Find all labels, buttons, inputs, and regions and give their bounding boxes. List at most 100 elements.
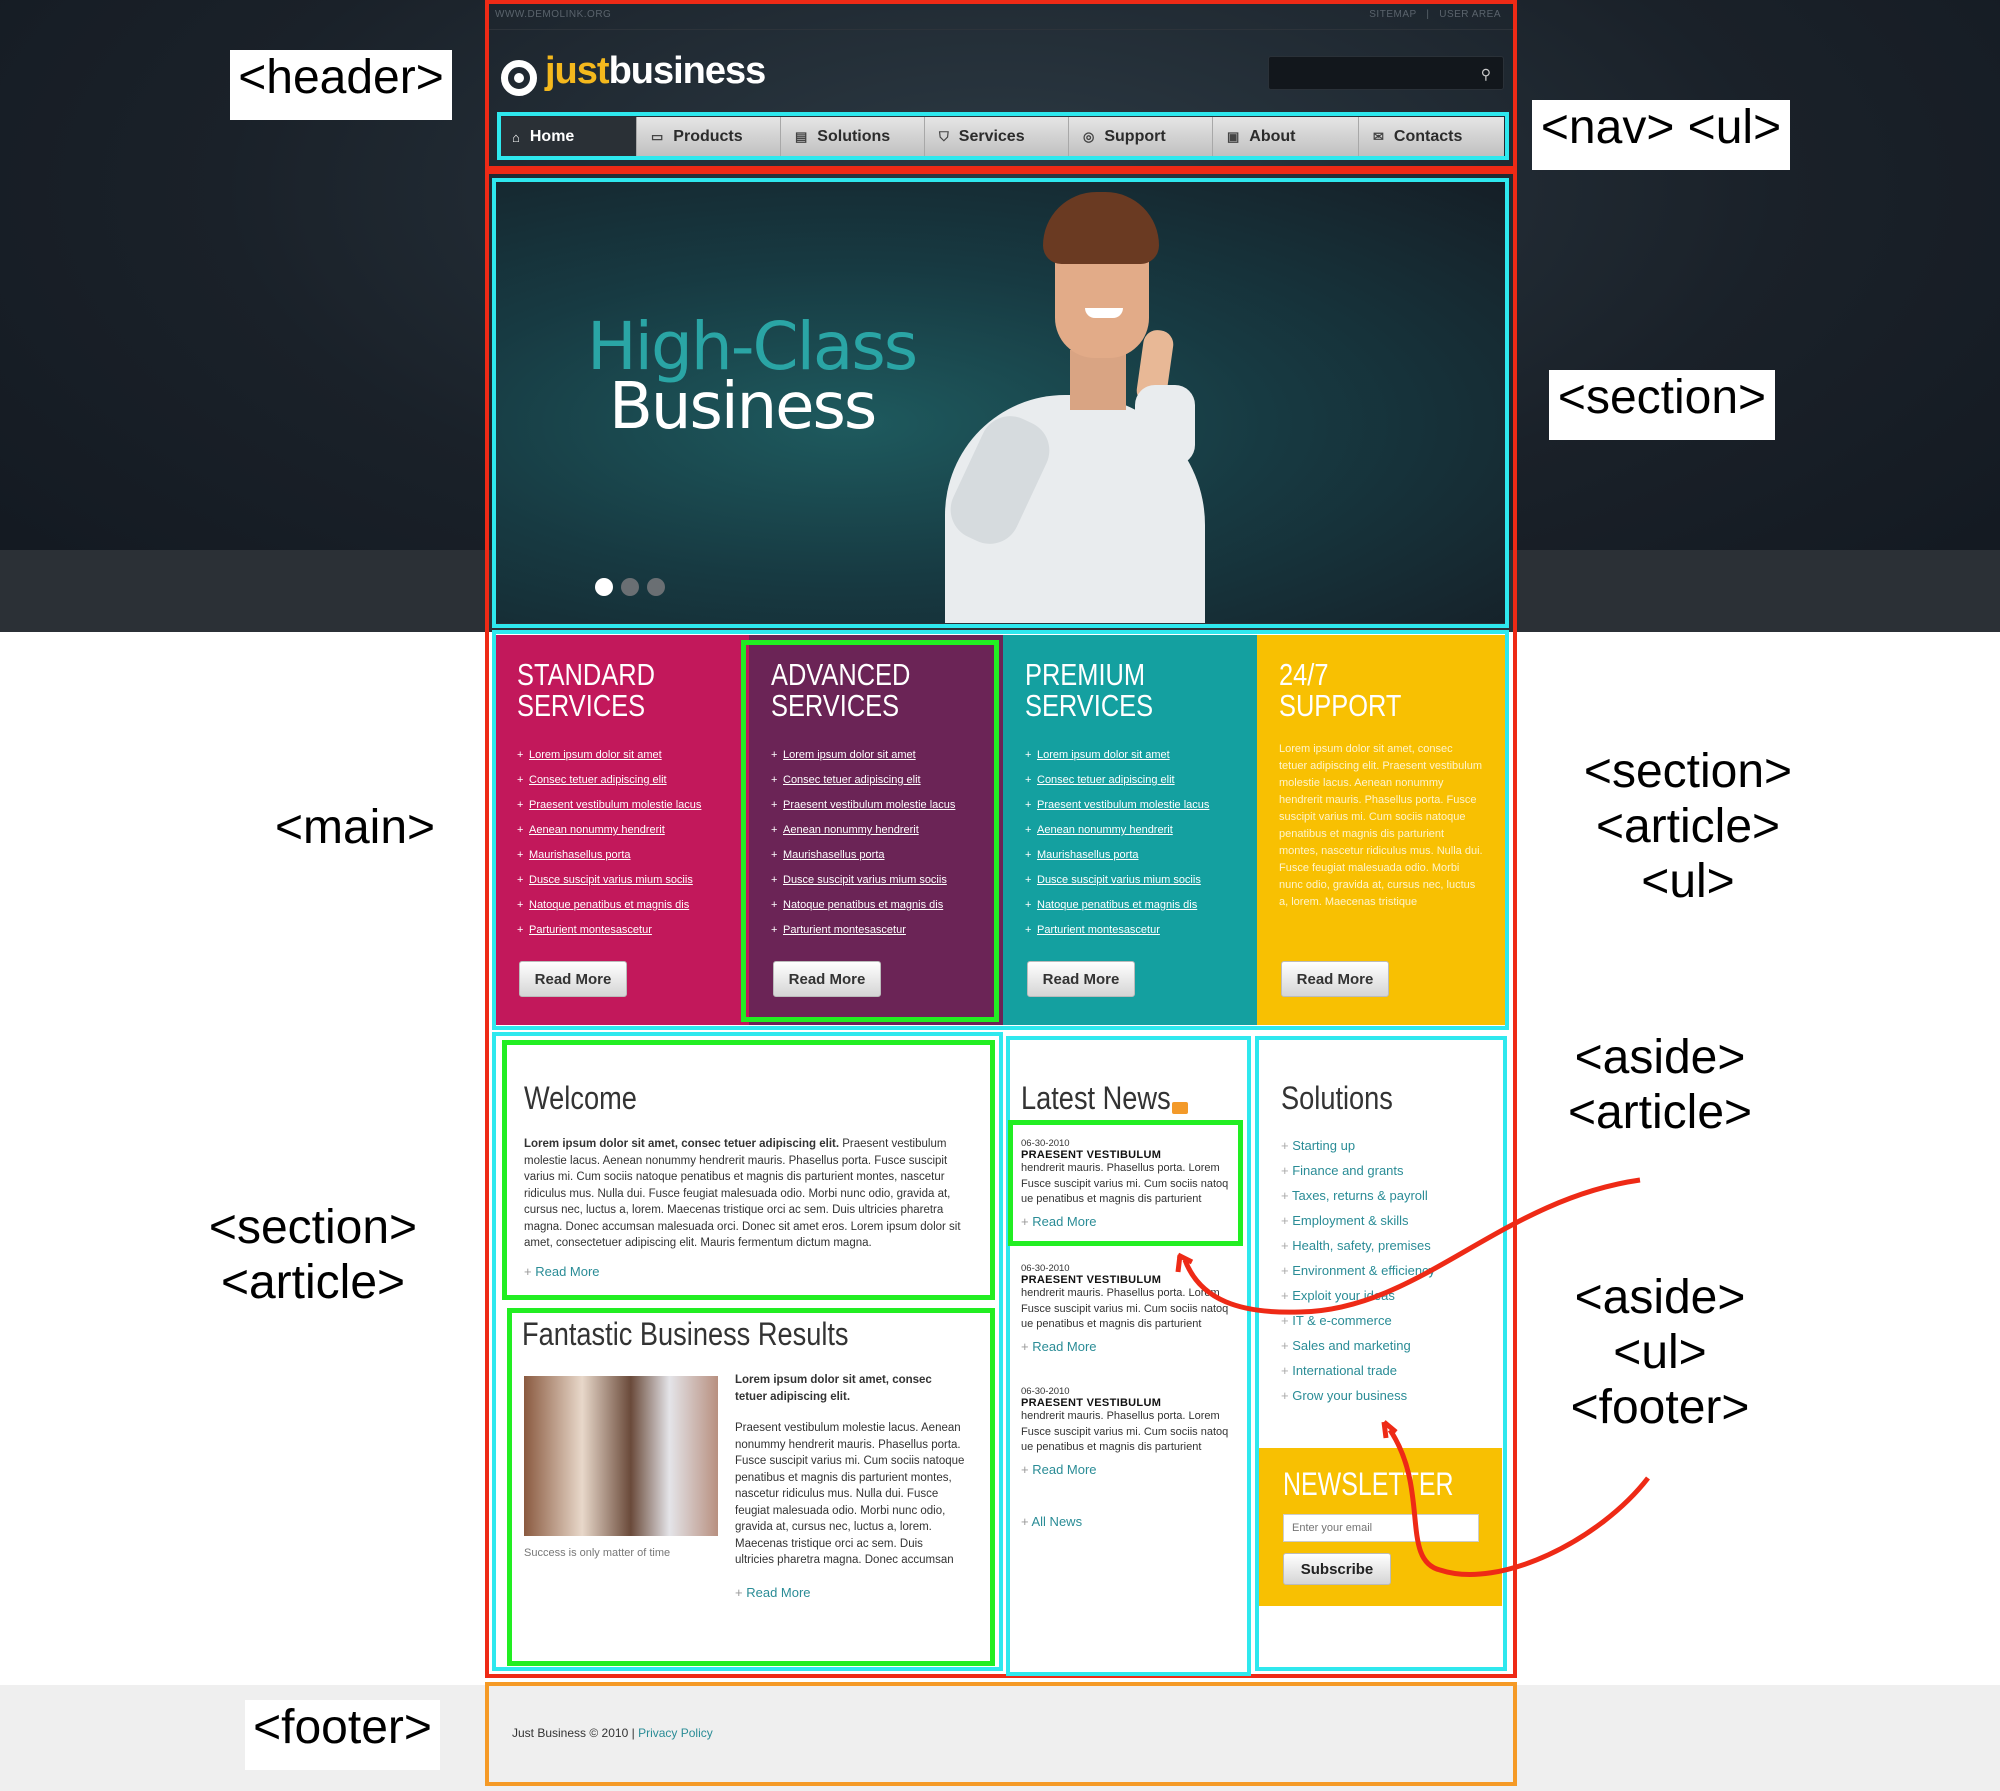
service-link[interactable]: Lorem ipsum dolor sit amet — [771, 743, 981, 768]
nav-services[interactable]: ⛉ Services — [925, 117, 1069, 157]
solution-link[interactable]: International trade — [1281, 1358, 1491, 1383]
service-link[interactable]: Praesent vestibulum molestie lacus — [771, 793, 981, 818]
logo-icon[interactable] — [501, 60, 537, 96]
service-link[interactable]: Maurishasellus porta — [771, 843, 981, 868]
service-link[interactable]: Consec tetuer adipiscing elit — [771, 768, 981, 793]
service-list: Lorem ipsum dolor sit amet Consec tetuer… — [517, 743, 727, 943]
nav-label: Services — [958, 128, 1025, 145]
nav-home[interactable]: ⌂ Home — [498, 117, 637, 157]
logo[interactable]: justbusiness — [545, 50, 767, 93]
subscribe-button[interactable]: Subscribe — [1283, 1553, 1391, 1585]
slider-dot-3[interactable] — [647, 578, 665, 596]
arrowhead-solutions — [1381, 1420, 1398, 1439]
home-icon: ⌂ — [512, 129, 520, 145]
read-more-button[interactable]: Read More — [1281, 961, 1389, 997]
copyright: Just Business © 2010 — [512, 1726, 629, 1740]
news-date: 06-30-2010 — [1021, 1263, 1070, 1274]
solution-link[interactable]: Sales and marketing — [1281, 1333, 1491, 1358]
rss-icon[interactable] — [1172, 1102, 1188, 1114]
solution-link[interactable]: Grow your business — [1281, 1383, 1491, 1408]
news-read-more[interactable]: Read More — [1021, 1462, 1236, 1477]
label-services: <section> <article> <ul> — [1575, 744, 1801, 924]
service-link[interactable]: Aenean nonummy hendrerit — [1025, 818, 1235, 843]
service-link[interactable]: Natoque penatibus et magnis dis — [1025, 893, 1235, 918]
service-link[interactable]: Dusce suscipit varius mium sociis — [771, 868, 981, 893]
about-icon: ▣ — [1227, 129, 1240, 144]
newsletter-box: NEWSLETTER Subscribe — [1259, 1448, 1502, 1606]
welcome-text: Lorem ipsum dolor sit amet, consec tetue… — [524, 1136, 972, 1252]
news-text: hendrerit mauris. Phasellus porta. Lorem… — [1021, 1410, 1229, 1453]
label-content: <section> <article> — [195, 1200, 431, 1330]
privacy-policy-link[interactable]: Privacy Policy — [638, 1726, 713, 1740]
search-box: ⚲ — [1268, 56, 1504, 90]
service-link[interactable]: Consec tetuer adipiscing elit — [517, 768, 727, 793]
service-link[interactable]: Maurishasellus porta — [1025, 843, 1235, 868]
logo-part-just: just — [545, 50, 610, 92]
search-icon[interactable]: ⚲ — [1481, 66, 1491, 83]
footer-separator: | — [631, 1726, 635, 1740]
service-link[interactable]: Natoque penatibus et magnis dis — [517, 893, 727, 918]
welcome-read-more[interactable]: Read More — [524, 1264, 599, 1279]
news-read-more[interactable]: Read More — [1021, 1339, 1236, 1354]
solution-link[interactable]: IT & e-commerce — [1281, 1308, 1491, 1333]
slider-dot-2[interactable] — [621, 578, 639, 596]
main-nav: ⌂ Home ▭ Products ▤ Solutions ⛉ Services ◎ Su… — [498, 117, 1504, 157]
solution-link[interactable]: Taxes, returns & payroll — [1281, 1183, 1491, 1208]
solution-link[interactable]: Health, safety, premises — [1281, 1233, 1491, 1258]
service-list: Lorem ipsum dolor sit amet Consec tetuer… — [1025, 743, 1235, 943]
service-link[interactable]: Parturient montesascetur — [1025, 918, 1235, 943]
solution-link[interactable]: Exploit your ideas — [1281, 1283, 1491, 1308]
service-link[interactable]: Lorem ipsum dolor sit amet — [1025, 743, 1235, 768]
service-link[interactable]: Parturient montesascetur — [517, 918, 727, 943]
top-bar: WWW.DEMOLINK.ORG SITEMAP | USER AREA — [487, 0, 1513, 30]
nav-label: Products — [673, 128, 743, 145]
service-link[interactable]: Dusce suscipit varius mium sociis — [1025, 868, 1235, 893]
read-more-button[interactable]: Read More — [773, 961, 881, 997]
search-input[interactable] — [1277, 63, 1461, 85]
nav-label: Support — [1104, 128, 1166, 145]
service-link[interactable]: Praesent vestibulum molestie lacus — [1025, 793, 1235, 818]
news-read-more[interactable]: Read More — [1021, 1214, 1236, 1229]
email-field[interactable] — [1283, 1514, 1479, 1542]
service-link[interactable]: Praesent vestibulum molestie lacus — [517, 793, 727, 818]
solution-link[interactable]: Finance and grants — [1281, 1158, 1491, 1183]
nav-products[interactable]: ▭ Products — [637, 117, 781, 157]
nav-contacts[interactable]: ✉ Contacts — [1359, 117, 1504, 157]
nav-support[interactable]: ◎ Support — [1069, 117, 1213, 157]
label-nav: <nav> <ul> — [1532, 100, 1790, 170]
news-title: Latest News — [1021, 1080, 1171, 1116]
site-url[interactable]: WWW.DEMOLINK.ORG — [495, 9, 611, 20]
service-link[interactable]: Aenean nonummy hendrerit — [771, 818, 981, 843]
logo-part-business: business — [608, 50, 767, 92]
label-aside1: <aside> <article> — [1560, 1030, 1760, 1155]
service-link[interactable]: Parturient montesascetur — [771, 918, 981, 943]
news-item-3: 06-30-2010 PRAESENT VESTIBULUM hendrerit… — [1021, 1386, 1236, 1477]
support-icon: ◎ — [1083, 129, 1095, 144]
welcome-title: Welcome — [524, 1080, 637, 1116]
nav-label: Contacts — [1393, 128, 1463, 145]
news-text: hendrerit mauris. Phasellus porta. Lorem… — [1021, 1162, 1229, 1205]
read-more-button[interactable]: Read More — [1027, 961, 1135, 997]
solution-link[interactable]: Environment & efficiency — [1281, 1258, 1491, 1283]
results-read-more[interactable]: Read More — [735, 1585, 810, 1600]
service-title: PREMIUM SERVICES — [1025, 657, 1154, 723]
service-link[interactable]: Natoque penatibus et magnis dis — [771, 893, 981, 918]
top-links[interactable]: SITEMAP | USER AREA — [1369, 9, 1501, 20]
read-more-button[interactable]: Read More — [519, 961, 627, 997]
service-link[interactable]: Lorem ipsum dolor sit amet — [517, 743, 727, 768]
service-link[interactable]: Aenean nonummy hendrerit — [517, 818, 727, 843]
nav-about[interactable]: ▣ About — [1213, 117, 1359, 157]
label-main: <main> — [265, 800, 445, 870]
overlay-news-aside — [1006, 1036, 1251, 1676]
solution-link[interactable]: Employment & skills — [1281, 1208, 1491, 1233]
service-link[interactable]: Maurishasellus porta — [517, 843, 727, 868]
service-box-standard: STANDARD SERVICES Lorem ipsum dolor sit … — [495, 635, 749, 1025]
news-item-title: PRAESENT VESTIBULUM — [1021, 1149, 1162, 1161]
all-news-link[interactable]: All News — [1021, 1514, 1083, 1529]
slider-dot-1[interactable] — [595, 578, 613, 596]
nav-solutions[interactable]: ▤ Solutions — [781, 117, 925, 157]
service-link[interactable]: Dusce suscipit varius mium sociis — [517, 868, 727, 893]
results-title: Fantastic Business Results — [522, 1316, 849, 1352]
solution-link[interactable]: Starting up — [1281, 1133, 1491, 1158]
service-link[interactable]: Consec tetuer adipiscing elit — [1025, 768, 1235, 793]
